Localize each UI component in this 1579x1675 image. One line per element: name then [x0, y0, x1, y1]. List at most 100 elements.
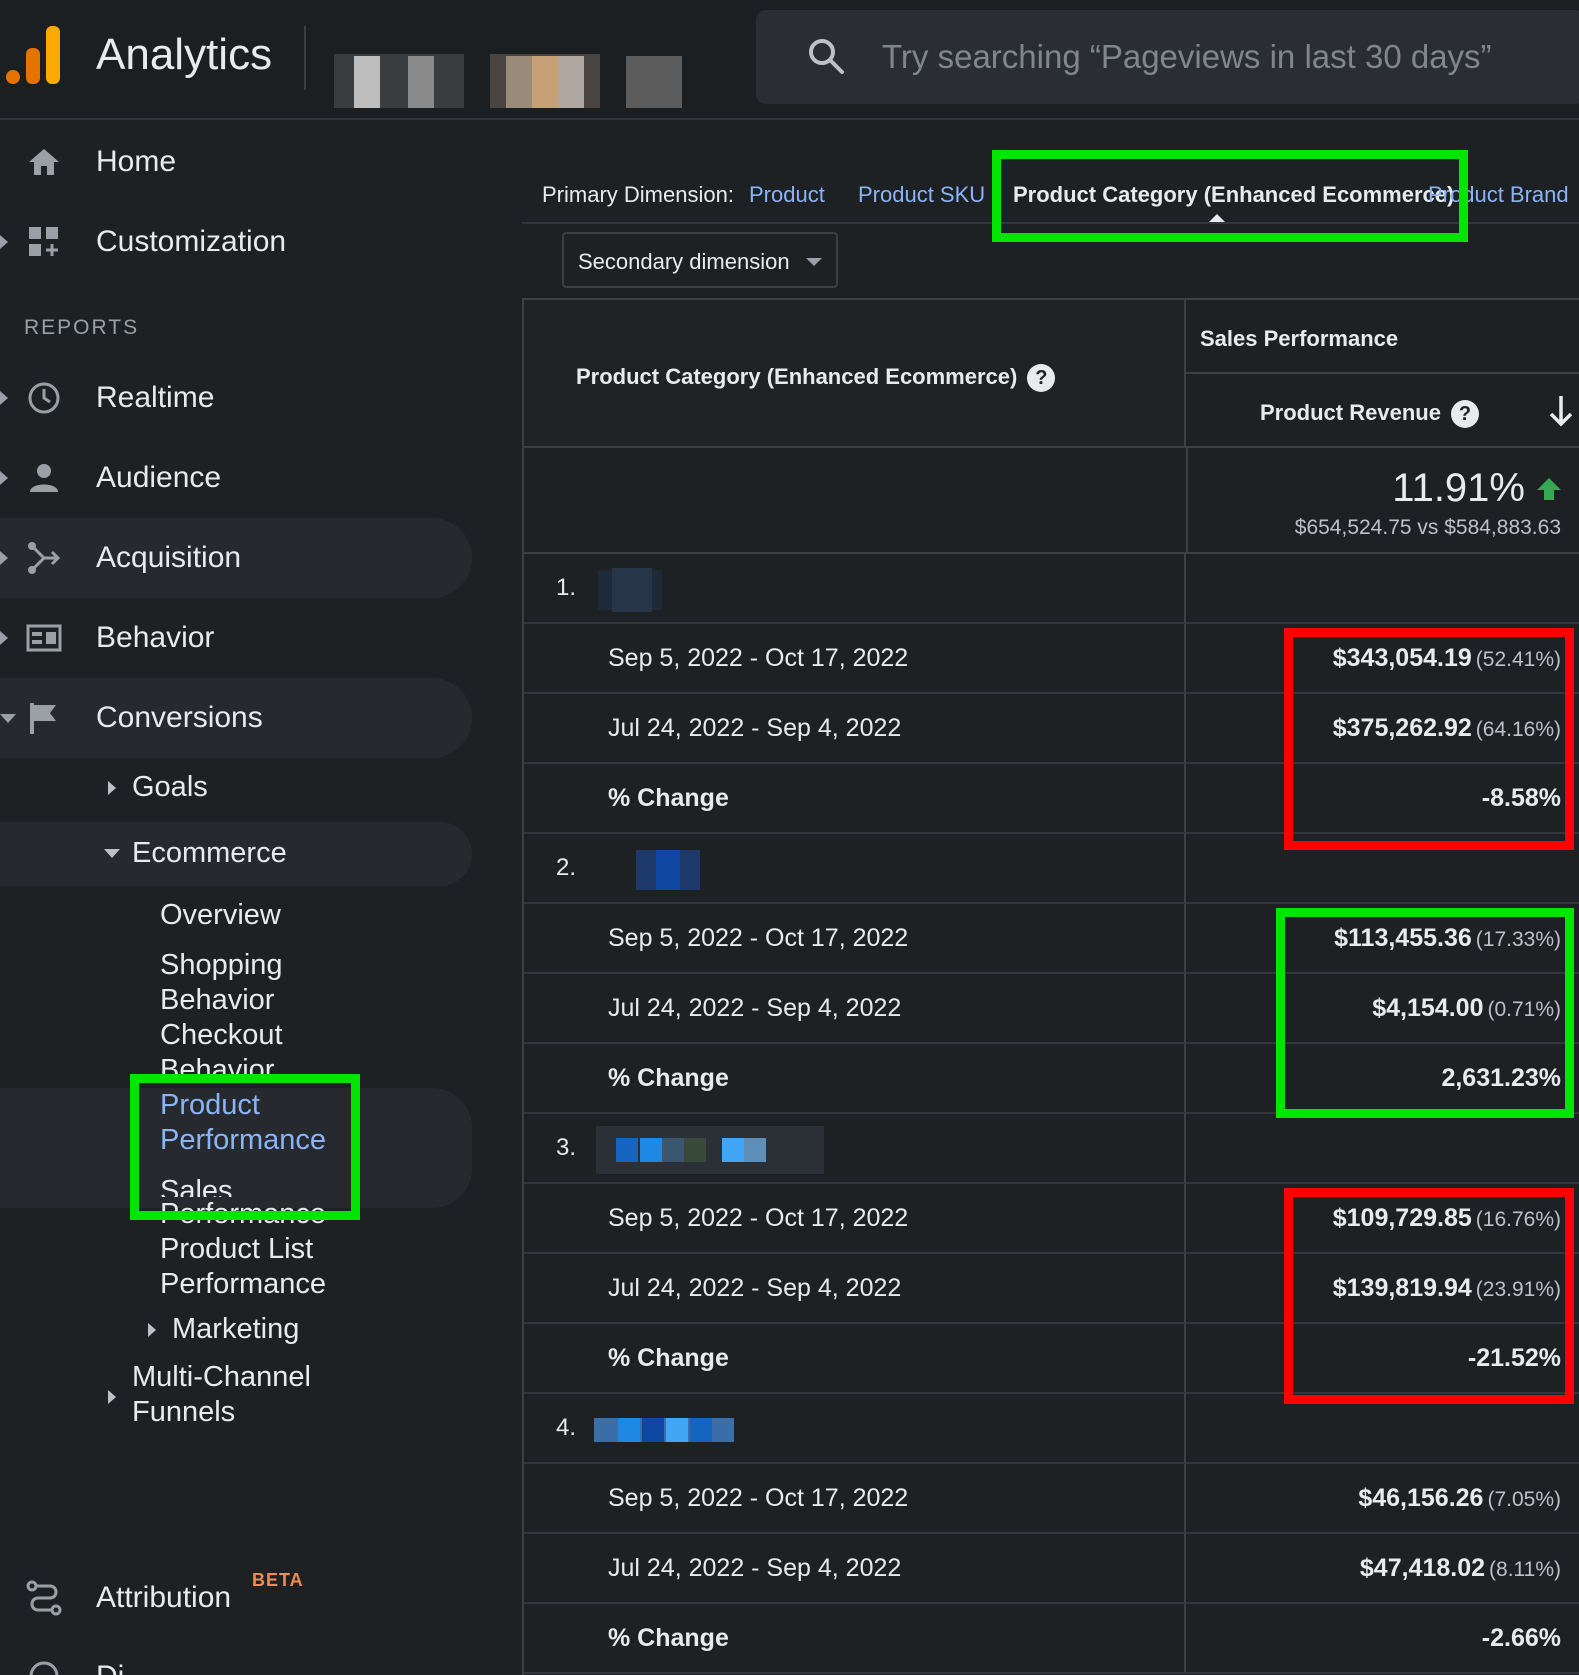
- nav-conversions[interactable]: Conversions: [0, 678, 472, 758]
- nav-marketing[interactable]: Marketing: [172, 1312, 299, 1347]
- dimension-product-brand[interactable]: Product Brand: [1428, 182, 1579, 208]
- account-selector-blurred[interactable]: [334, 54, 684, 108]
- dimension-product-category[interactable]: Product Category (Enhanced Ecommerce): [1013, 182, 1454, 208]
- report-main: Primary Dimension: Product Product SKU P…: [522, 120, 1579, 1675]
- nav-audience[interactable]: Audience: [0, 438, 472, 518]
- row-change-label: % Change: [608, 1624, 729, 1652]
- row-rank: 3.: [556, 1134, 577, 1161]
- nav-goals[interactable]: Goals: [132, 770, 208, 805]
- row-revenue-value: $109,729.85 (16.76%): [1333, 1204, 1561, 1233]
- row-revenue-value: $46,156.26 (7.05%): [1358, 1484, 1561, 1513]
- category-name-redacted[interactable]: [594, 1404, 834, 1456]
- row-change-value: -2.66%: [1481, 1624, 1561, 1652]
- arrow-up-icon: [1537, 478, 1561, 500]
- chevron-right-icon: [148, 1323, 156, 1337]
- revenue-amount: $375,262.92: [1332, 714, 1472, 742]
- nav-multichannel-funnels[interactable]: Multi-Channel Funnels: [132, 1360, 311, 1430]
- chevron-right-icon: [0, 235, 8, 249]
- table-row: Sep 5, 2022 - Oct 17, 2022 $343,054.19 (52…: [524, 624, 1579, 694]
- primary-dimension-label: Primary Dimension:: [542, 182, 734, 207]
- table-row-dimension-cell: Sep 5, 2022 - Oct 17, 2022: [524, 1184, 1186, 1252]
- table-row-dimension-cell: % Change: [524, 764, 1186, 832]
- table-row-dimension-cell: 1.: [524, 554, 1186, 622]
- secondary-dimension-label: Secondary dimension: [578, 249, 790, 274]
- top-bar: Analytics Try searching “Pageviews in la…: [0, 0, 1579, 120]
- revenue-amount: $4,154.00: [1372, 994, 1484, 1022]
- nav-shopping-behavior[interactable]: Shopping Behavior: [160, 948, 283, 1018]
- revenue-amount: $139,819.94: [1332, 1274, 1472, 1302]
- table-row-dimension-cell: 4.: [524, 1394, 1186, 1462]
- nav-product-performance-line2: Performance: [160, 1124, 327, 1156]
- nav-home[interactable]: Home: [0, 122, 472, 202]
- table-row: 3.: [524, 1114, 1579, 1184]
- search-placeholder[interactable]: Try searching “Pageviews in last 30 days…: [882, 38, 1492, 76]
- table-row-dimension-cell: % Change: [524, 1044, 1186, 1112]
- table-row: % Change -8.58%: [524, 764, 1579, 834]
- category-name-redacted[interactable]: [596, 1124, 836, 1176]
- secondary-dimension-dropdown[interactable]: Secondary dimension: [562, 232, 838, 288]
- table-row: Jul 24, 2022 - Sep 4, 2022 $4,154.00 (0.71…: [524, 974, 1579, 1044]
- row-change-value: 2,631.23%: [1441, 1064, 1561, 1092]
- row-revenue-value: $343,054.19 (52.41%): [1333, 644, 1561, 673]
- column-header-dimension-label: Product Category (Enhanced Ecommerce)?: [576, 364, 1056, 393]
- nav-realtime[interactable]: Realtime: [0, 358, 472, 438]
- row-revenue-value: $139,819.94 (23.91%): [1333, 1274, 1561, 1303]
- nav-customization[interactable]: Customization: [0, 202, 472, 282]
- sort-descending-icon[interactable]: [1547, 394, 1575, 428]
- row-revenue-value: $113,455.36 (17.33%): [1334, 924, 1561, 953]
- row-change-value: -21.52%: [1467, 1344, 1561, 1372]
- nav-audience-label: Audience: [96, 461, 222, 494]
- row-change-value: -8.58%: [1481, 784, 1561, 812]
- category-name-redacted[interactable]: [616, 844, 856, 896]
- column-group-header: Sales Performance: [1186, 300, 1579, 374]
- nav-sales-performance-line2: Performance: [160, 1198, 327, 1230]
- nav-realtime-label: Realtime: [96, 381, 215, 414]
- help-icon[interactable]: ?: [1450, 400, 1479, 429]
- nav-attribution[interactable]: Attribution BETA: [0, 1558, 472, 1638]
- clock-icon: [28, 382, 60, 414]
- column-header-product-revenue[interactable]: Product Revenue?: [1186, 374, 1579, 448]
- report-table: Product Category (Enhanced Ecommerce)? S…: [522, 298, 1579, 1675]
- table-row: Sep 5, 2022 - Oct 17, 2022 $113,455.36 (17…: [524, 904, 1579, 974]
- table-row: Jul 24, 2022 - Sep 4, 2022 $375,262.92 (64…: [524, 694, 1579, 764]
- chevron-right-icon: [0, 551, 8, 565]
- table-row-dimension-cell: % Change: [524, 1324, 1186, 1392]
- revenue-share: (23.91%): [1475, 1278, 1561, 1301]
- table-row: Jul 24, 2022 - Sep 4, 2022 $47,418.02 (8.1…: [524, 1534, 1579, 1604]
- analytics-logo-icon[interactable]: [6, 26, 62, 84]
- nav-shopping-behavior-line1: Shopping: [160, 949, 283, 981]
- row-change-label: % Change: [608, 1064, 729, 1092]
- nav-acquisition[interactable]: Acquisition: [0, 518, 472, 598]
- row-date-range: Sep 5, 2022 - Oct 17, 2022: [608, 924, 909, 952]
- behavior-icon: [26, 624, 62, 652]
- nav-attribution-label: Attribution: [96, 1581, 232, 1614]
- column-header-dimension[interactable]: Product Category (Enhanced Ecommerce)?: [524, 300, 1186, 448]
- nav-checkout-behavior-line1: Checkout: [160, 1019, 283, 1051]
- nav-product-performance[interactable]: Product Performance: [160, 1088, 326, 1158]
- app-title[interactable]: Analytics: [96, 30, 272, 80]
- revenue-share: (0.71%): [1487, 998, 1561, 1021]
- dimension-product-sku[interactable]: Product SKU: [858, 182, 985, 208]
- chevron-right-icon: [108, 1390, 116, 1404]
- nav-overview[interactable]: Overview: [160, 898, 281, 933]
- table-row: % Change 2,631.23%: [524, 1044, 1579, 1114]
- nav-multichannel-line2: Funnels: [132, 1396, 236, 1428]
- home-icon: [29, 149, 59, 175]
- dimension-product[interactable]: Product: [749, 182, 825, 208]
- table-row-dimension-cell: Jul 24, 2022 - Sep 4, 2022: [524, 974, 1186, 1042]
- help-icon[interactable]: ?: [1027, 364, 1056, 393]
- nav-checkout-behavior[interactable]: Checkout Behavior: [160, 1018, 283, 1086]
- search-bar[interactable]: Try searching “Pageviews in last 30 days…: [756, 10, 1579, 104]
- nav-discover[interactable]: Di: [0, 1638, 472, 1675]
- nav-product-list-performance[interactable]: Product List Performance: [160, 1232, 326, 1302]
- row-revenue-value: $4,154.00 (0.71%): [1372, 994, 1561, 1023]
- category-name-redacted[interactable]: [598, 564, 838, 616]
- nav-behavior[interactable]: Behavior: [0, 598, 472, 678]
- dimension-product-brand-label: Product Brand: [1428, 182, 1569, 207]
- table-row-dimension-cell: % Change: [524, 1604, 1186, 1672]
- nav-ecommerce[interactable]: Ecommerce: [0, 822, 472, 886]
- row-date-range: Jul 24, 2022 - Sep 4, 2022: [608, 994, 902, 1022]
- revenue-amount: $343,054.19: [1332, 644, 1472, 672]
- table-row-dimension-cell: Jul 24, 2022 - Sep 4, 2022: [524, 694, 1186, 762]
- revenue-amount: $109,729.85: [1332, 1204, 1472, 1232]
